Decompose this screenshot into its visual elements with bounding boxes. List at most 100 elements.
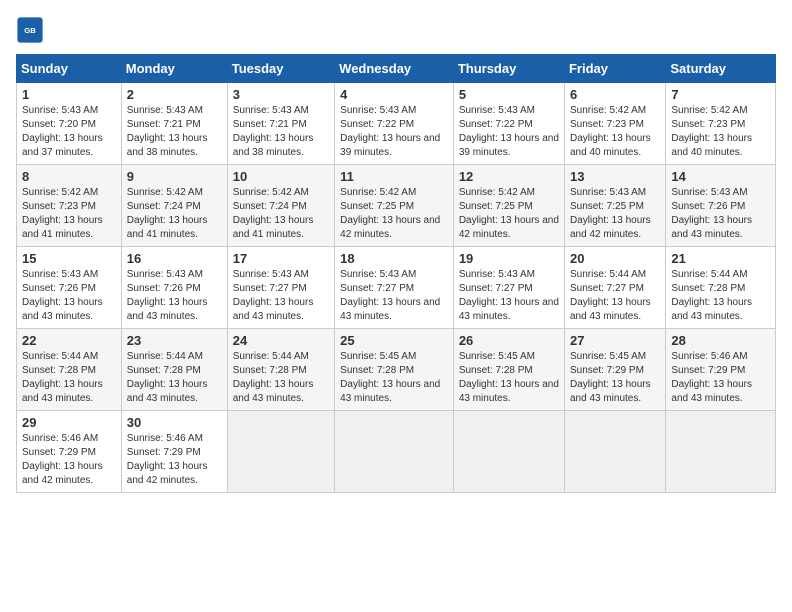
day-number: 26	[459, 333, 559, 348]
calendar-cell	[453, 411, 564, 493]
calendar-cell: 6 Sunrise: 5:42 AMSunset: 7:23 PMDayligh…	[564, 83, 665, 165]
calendar-cell: 26 Sunrise: 5:45 AMSunset: 7:28 PMDaylig…	[453, 329, 564, 411]
day-detail: Sunrise: 5:43 AMSunset: 7:25 PMDaylight:…	[570, 187, 651, 240]
header-thursday: Thursday	[453, 55, 564, 83]
calendar-cell: 28 Sunrise: 5:46 AMSunset: 7:29 PMDaylig…	[666, 329, 776, 411]
calendar-cell: 8 Sunrise: 5:42 AMSunset: 7:23 PMDayligh…	[17, 165, 122, 247]
day-detail: Sunrise: 5:43 AMSunset: 7:26 PMDaylight:…	[671, 187, 752, 240]
calendar-cell	[227, 411, 334, 493]
header-friday: Friday	[564, 55, 665, 83]
calendar-cell: 9 Sunrise: 5:42 AMSunset: 7:24 PMDayligh…	[121, 165, 227, 247]
day-number: 7	[671, 87, 770, 102]
day-detail: Sunrise: 5:42 AMSunset: 7:24 PMDaylight:…	[127, 187, 208, 240]
day-number: 17	[233, 251, 329, 266]
calendar-week-row: 29 Sunrise: 5:46 AMSunset: 7:29 PMDaylig…	[17, 411, 776, 493]
calendar-cell: 16 Sunrise: 5:43 AMSunset: 7:26 PMDaylig…	[121, 247, 227, 329]
day-detail: Sunrise: 5:43 AMSunset: 7:20 PMDaylight:…	[22, 105, 103, 158]
calendar-week-row: 1 Sunrise: 5:43 AMSunset: 7:20 PMDayligh…	[17, 83, 776, 165]
day-number: 16	[127, 251, 222, 266]
calendar-cell: 24 Sunrise: 5:44 AMSunset: 7:28 PMDaylig…	[227, 329, 334, 411]
calendar-cell: 18 Sunrise: 5:43 AMSunset: 7:27 PMDaylig…	[335, 247, 454, 329]
day-detail: Sunrise: 5:42 AMSunset: 7:25 PMDaylight:…	[459, 187, 559, 240]
calendar-cell: 17 Sunrise: 5:43 AMSunset: 7:27 PMDaylig…	[227, 247, 334, 329]
header-monday: Monday	[121, 55, 227, 83]
day-number: 14	[671, 169, 770, 184]
calendar-cell: 22 Sunrise: 5:44 AMSunset: 7:28 PMDaylig…	[17, 329, 122, 411]
calendar-cell: 27 Sunrise: 5:45 AMSunset: 7:29 PMDaylig…	[564, 329, 665, 411]
day-number: 9	[127, 169, 222, 184]
calendar-cell: 13 Sunrise: 5:43 AMSunset: 7:25 PMDaylig…	[564, 165, 665, 247]
calendar-cell: 1 Sunrise: 5:43 AMSunset: 7:20 PMDayligh…	[17, 83, 122, 165]
day-number: 12	[459, 169, 559, 184]
day-detail: Sunrise: 5:43 AMSunset: 7:22 PMDaylight:…	[340, 105, 440, 158]
day-number: 13	[570, 169, 660, 184]
day-detail: Sunrise: 5:43 AMSunset: 7:27 PMDaylight:…	[340, 269, 440, 322]
day-number: 21	[671, 251, 770, 266]
day-number: 6	[570, 87, 660, 102]
logo: GB	[16, 16, 48, 44]
calendar-cell: 2 Sunrise: 5:43 AMSunset: 7:21 PMDayligh…	[121, 83, 227, 165]
calendar-cell: 11 Sunrise: 5:42 AMSunset: 7:25 PMDaylig…	[335, 165, 454, 247]
calendar-cell	[666, 411, 776, 493]
day-number: 11	[340, 169, 448, 184]
day-detail: Sunrise: 5:42 AMSunset: 7:23 PMDaylight:…	[22, 187, 103, 240]
day-detail: Sunrise: 5:43 AMSunset: 7:22 PMDaylight:…	[459, 105, 559, 158]
day-detail: Sunrise: 5:44 AMSunset: 7:28 PMDaylight:…	[233, 351, 314, 404]
day-detail: Sunrise: 5:46 AMSunset: 7:29 PMDaylight:…	[22, 433, 103, 486]
header-saturday: Saturday	[666, 55, 776, 83]
calendar-cell: 20 Sunrise: 5:44 AMSunset: 7:27 PMDaylig…	[564, 247, 665, 329]
day-detail: Sunrise: 5:42 AMSunset: 7:23 PMDaylight:…	[671, 105, 752, 158]
day-detail: Sunrise: 5:43 AMSunset: 7:21 PMDaylight:…	[127, 105, 208, 158]
calendar-cell: 7 Sunrise: 5:42 AMSunset: 7:23 PMDayligh…	[666, 83, 776, 165]
day-detail: Sunrise: 5:45 AMSunset: 7:28 PMDaylight:…	[340, 351, 440, 404]
day-number: 8	[22, 169, 116, 184]
day-detail: Sunrise: 5:44 AMSunset: 7:28 PMDaylight:…	[22, 351, 103, 404]
calendar-cell: 4 Sunrise: 5:43 AMSunset: 7:22 PMDayligh…	[335, 83, 454, 165]
day-number: 24	[233, 333, 329, 348]
calendar-cell: 3 Sunrise: 5:43 AMSunset: 7:21 PMDayligh…	[227, 83, 334, 165]
day-number: 23	[127, 333, 222, 348]
day-detail: Sunrise: 5:43 AMSunset: 7:27 PMDaylight:…	[233, 269, 314, 322]
day-number: 4	[340, 87, 448, 102]
day-number: 28	[671, 333, 770, 348]
day-number: 2	[127, 87, 222, 102]
day-number: 19	[459, 251, 559, 266]
day-detail: Sunrise: 5:44 AMSunset: 7:28 PMDaylight:…	[671, 269, 752, 322]
calendar-cell: 14 Sunrise: 5:43 AMSunset: 7:26 PMDaylig…	[666, 165, 776, 247]
day-detail: Sunrise: 5:43 AMSunset: 7:21 PMDaylight:…	[233, 105, 314, 158]
day-number: 10	[233, 169, 329, 184]
day-detail: Sunrise: 5:46 AMSunset: 7:29 PMDaylight:…	[127, 433, 208, 486]
calendar-cell: 23 Sunrise: 5:44 AMSunset: 7:28 PMDaylig…	[121, 329, 227, 411]
header-tuesday: Tuesday	[227, 55, 334, 83]
calendar-cell: 15 Sunrise: 5:43 AMSunset: 7:26 PMDaylig…	[17, 247, 122, 329]
calendar-week-row: 15 Sunrise: 5:43 AMSunset: 7:26 PMDaylig…	[17, 247, 776, 329]
calendar-cell	[335, 411, 454, 493]
calendar-week-row: 8 Sunrise: 5:42 AMSunset: 7:23 PMDayligh…	[17, 165, 776, 247]
day-detail: Sunrise: 5:42 AMSunset: 7:25 PMDaylight:…	[340, 187, 440, 240]
calendar-cell: 19 Sunrise: 5:43 AMSunset: 7:27 PMDaylig…	[453, 247, 564, 329]
calendar-cell: 30 Sunrise: 5:46 AMSunset: 7:29 PMDaylig…	[121, 411, 227, 493]
day-number: 29	[22, 415, 116, 430]
day-detail: Sunrise: 5:43 AMSunset: 7:27 PMDaylight:…	[459, 269, 559, 322]
logo-icon: GB	[16, 16, 44, 44]
day-detail: Sunrise: 5:46 AMSunset: 7:29 PMDaylight:…	[671, 351, 752, 404]
day-detail: Sunrise: 5:43 AMSunset: 7:26 PMDaylight:…	[127, 269, 208, 322]
day-number: 1	[22, 87, 116, 102]
day-number: 18	[340, 251, 448, 266]
day-number: 22	[22, 333, 116, 348]
calendar-cell: 29 Sunrise: 5:46 AMSunset: 7:29 PMDaylig…	[17, 411, 122, 493]
day-detail: Sunrise: 5:45 AMSunset: 7:29 PMDaylight:…	[570, 351, 651, 404]
day-detail: Sunrise: 5:45 AMSunset: 7:28 PMDaylight:…	[459, 351, 559, 404]
page-header: GB	[16, 16, 776, 44]
day-detail: Sunrise: 5:42 AMSunset: 7:23 PMDaylight:…	[570, 105, 651, 158]
day-number: 20	[570, 251, 660, 266]
day-number: 27	[570, 333, 660, 348]
header-sunday: Sunday	[17, 55, 122, 83]
calendar-cell: 10 Sunrise: 5:42 AMSunset: 7:24 PMDaylig…	[227, 165, 334, 247]
day-number: 25	[340, 333, 448, 348]
day-detail: Sunrise: 5:43 AMSunset: 7:26 PMDaylight:…	[22, 269, 103, 322]
calendar-cell: 25 Sunrise: 5:45 AMSunset: 7:28 PMDaylig…	[335, 329, 454, 411]
calendar-week-row: 22 Sunrise: 5:44 AMSunset: 7:28 PMDaylig…	[17, 329, 776, 411]
calendar-cell	[564, 411, 665, 493]
calendar-cell: 21 Sunrise: 5:44 AMSunset: 7:28 PMDaylig…	[666, 247, 776, 329]
